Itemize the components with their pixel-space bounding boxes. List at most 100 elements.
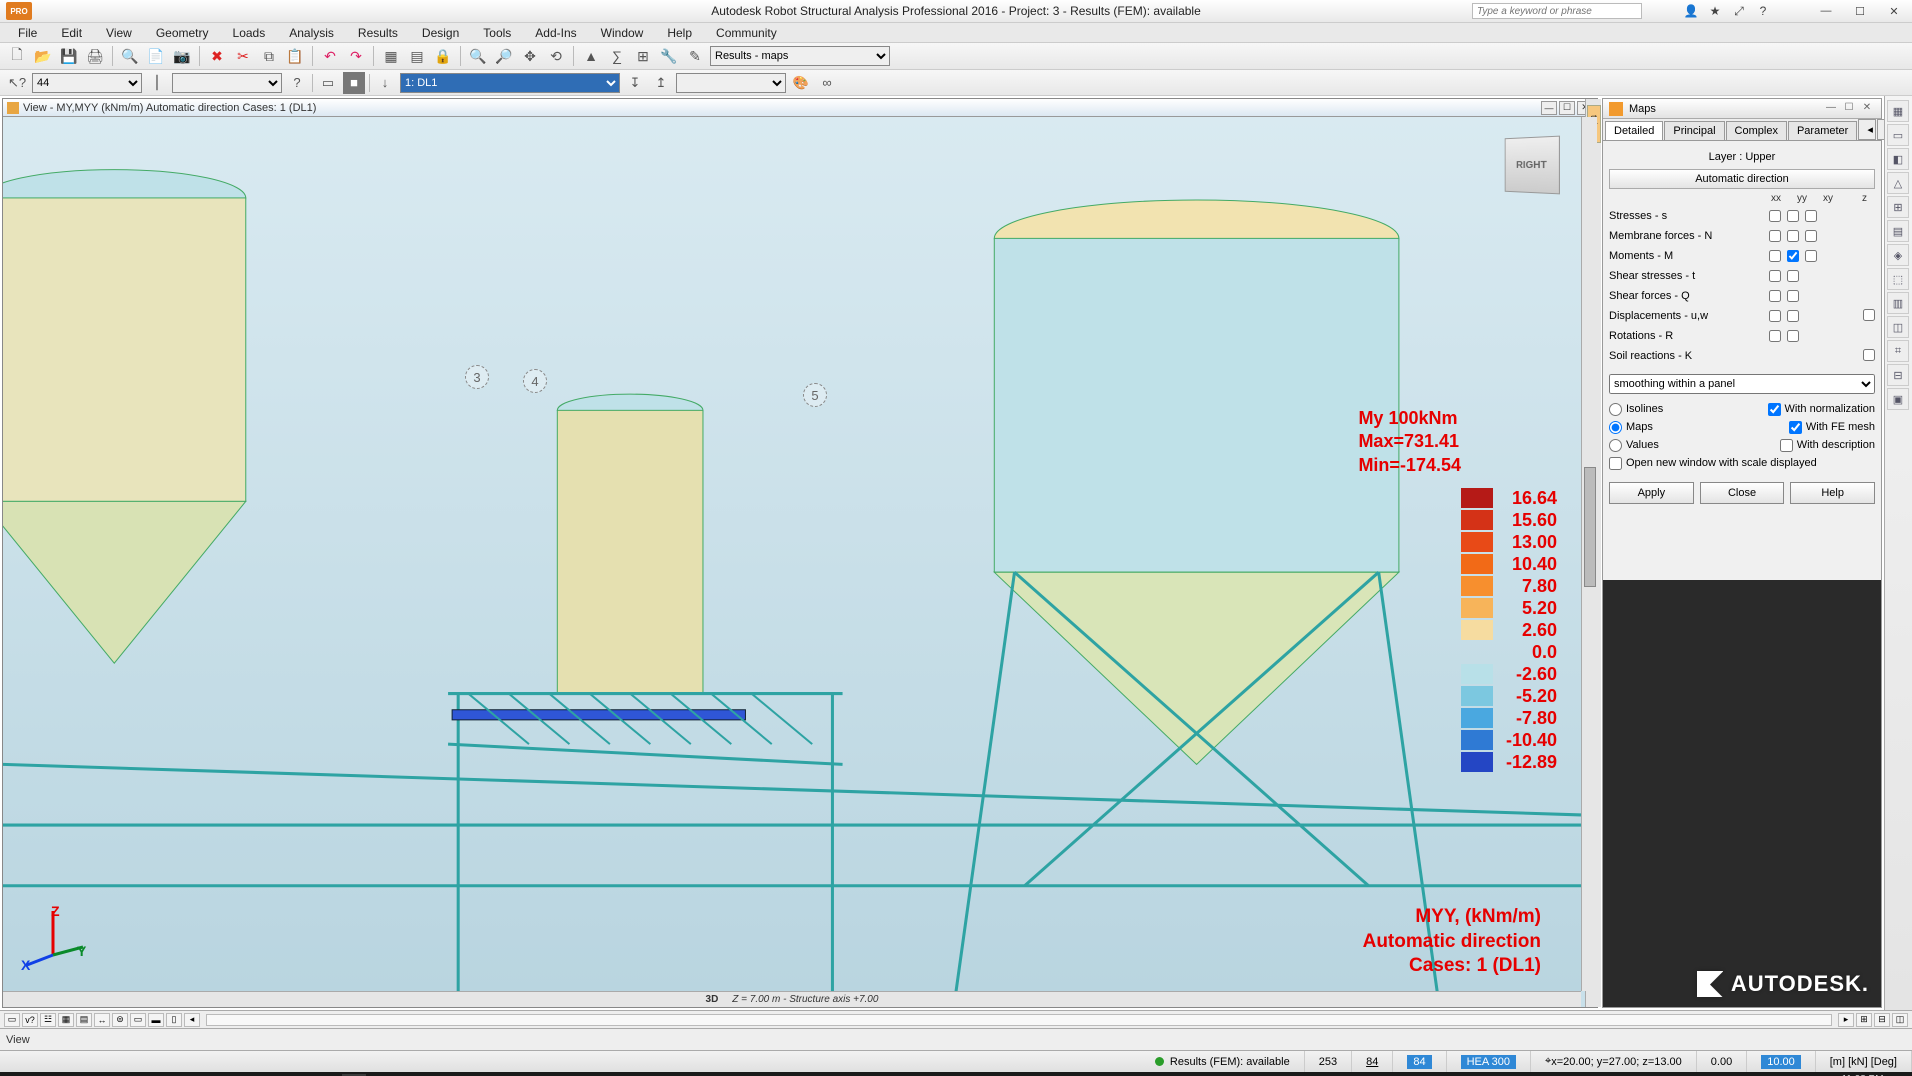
- menu-design[interactable]: Design: [412, 24, 469, 42]
- rt-7[interactable]: ◈: [1887, 244, 1909, 266]
- chk-femesh[interactable]: With FE mesh: [1789, 421, 1875, 434]
- color-icon[interactable]: 🎨: [790, 72, 812, 94]
- window-maximize[interactable]: ☐: [1848, 5, 1872, 18]
- preview-icon[interactable]: 🔍: [119, 45, 141, 67]
- close-button[interactable]: Close: [1700, 482, 1785, 504]
- rt-1[interactable]: ▦: [1887, 100, 1909, 122]
- direction-button[interactable]: Automatic direction: [1609, 169, 1875, 189]
- bt-5[interactable]: ▤: [76, 1013, 92, 1027]
- view-hscroll[interactable]: 3D Z = 7.00 m - Structure axis +7.00: [3, 991, 1581, 1007]
- print-icon[interactable]: 🖨: [84, 45, 106, 67]
- view-max[interactable]: ☐: [1559, 101, 1575, 115]
- menu-geometry[interactable]: Geometry: [146, 24, 219, 42]
- cut-icon[interactable]: ✂: [232, 45, 254, 67]
- bt-7[interactable]: ⊜: [112, 1013, 128, 1027]
- bt-4[interactable]: ▦: [58, 1013, 74, 1027]
- opt-check[interactable]: [1787, 210, 1799, 222]
- radio-isolines[interactable]: Isolines: [1609, 403, 1663, 416]
- rt-12[interactable]: ⊟: [1887, 364, 1909, 386]
- rt-2[interactable]: ▭: [1887, 124, 1909, 146]
- rt-5[interactable]: ⊞: [1887, 196, 1909, 218]
- copy-icon[interactable]: ⧉: [258, 45, 280, 67]
- maps-min[interactable]: —: [1823, 102, 1839, 116]
- rt-10[interactable]: ◫: [1887, 316, 1909, 338]
- opt-check[interactable]: [1805, 230, 1817, 242]
- layout-select[interactable]: Results - maps: [710, 46, 890, 66]
- tool-icon[interactable]: ✎: [684, 45, 706, 67]
- chk-normalization[interactable]: With normalization: [1768, 403, 1875, 416]
- edit-push-icon[interactable]: ▲: [580, 45, 602, 67]
- rt-9[interactable]: ▥: [1887, 292, 1909, 314]
- menu-addins[interactable]: Add-Ins: [525, 24, 586, 42]
- opt-check[interactable]: [1805, 250, 1817, 262]
- open-icon[interactable]: 📂: [32, 45, 54, 67]
- smoothing-select[interactable]: smoothing within a panel: [1609, 374, 1875, 394]
- bt-1[interactable]: ▭: [4, 1013, 20, 1027]
- menu-loads[interactable]: Loads: [223, 24, 276, 42]
- paste-icon[interactable]: 📋: [284, 45, 306, 67]
- opt-check-z[interactable]: [1863, 309, 1875, 321]
- wrench-icon[interactable]: 🔧: [658, 45, 680, 67]
- step-up-icon[interactable]: ↥: [650, 72, 672, 94]
- calc-icon[interactable]: ∑: [606, 45, 628, 67]
- camera-icon[interactable]: 📷: [171, 45, 193, 67]
- opt-check[interactable]: [1787, 250, 1799, 262]
- opt-check[interactable]: [1787, 230, 1799, 242]
- help-button[interactable]: Help: [1790, 482, 1875, 504]
- zoom-extents-icon[interactable]: 🔍: [467, 45, 489, 67]
- rt-3[interactable]: ◧: [1887, 148, 1909, 170]
- rt-8[interactable]: ⬚: [1887, 268, 1909, 290]
- chk-scale-window[interactable]: Open new window with scale displayed: [1609, 457, 1817, 470]
- opt-check[interactable]: [1787, 290, 1799, 302]
- apply-button[interactable]: Apply: [1609, 482, 1694, 504]
- menu-window[interactable]: Window: [591, 24, 654, 42]
- table-icon[interactable]: ▦: [380, 45, 402, 67]
- menu-analysis[interactable]: Analysis: [279, 24, 344, 42]
- new-icon[interactable]: 🗋: [6, 45, 28, 67]
- page-setup-icon[interactable]: 📄: [145, 45, 167, 67]
- window-minimize[interactable]: —: [1814, 5, 1838, 17]
- bt-3[interactable]: ☳: [40, 1013, 56, 1027]
- view-front-icon[interactable]: ▭: [317, 72, 339, 94]
- maps-max[interactable]: ☐: [1841, 102, 1857, 116]
- opt-check[interactable]: [1769, 210, 1781, 222]
- rt-11[interactable]: ⌗: [1887, 340, 1909, 362]
- viewport[interactable]: RIGHT 3 4 5 My 100kNm Max=731.41 Min=-17…: [3, 117, 1581, 991]
- radio-values[interactable]: Values: [1609, 439, 1659, 452]
- bt-8[interactable]: ▭: [130, 1013, 146, 1027]
- menu-help[interactable]: Help: [657, 24, 702, 42]
- case-icon[interactable]: ↓: [374, 72, 396, 94]
- bt-10[interactable]: ▯: [166, 1013, 182, 1027]
- opt-check[interactable]: [1769, 250, 1781, 262]
- rt-6[interactable]: ▤: [1887, 220, 1909, 242]
- delete-icon[interactable]: ✖: [206, 45, 228, 67]
- menu-edit[interactable]: Edit: [51, 24, 92, 42]
- rt-13[interactable]: ▣: [1887, 388, 1909, 410]
- link-icon[interactable]: ∞: [816, 72, 838, 94]
- menu-view[interactable]: View: [96, 24, 142, 42]
- opt-check-z[interactable]: [1863, 349, 1875, 361]
- zoom-window-icon[interactable]: 🔎: [493, 45, 515, 67]
- help-q-icon[interactable]: ?: [286, 72, 308, 94]
- tab-detailed[interactable]: Detailed: [1605, 121, 1663, 140]
- section-icon[interactable]: ⊞: [632, 45, 654, 67]
- maps-close[interactable]: ✕: [1859, 102, 1875, 116]
- node-select[interactable]: 44: [32, 73, 142, 93]
- exchange-icon[interactable]: ⤢: [1732, 4, 1746, 18]
- redo-icon[interactable]: ↷: [345, 45, 367, 67]
- pan-icon[interactable]: ✥: [519, 45, 541, 67]
- bt-11[interactable]: ◂: [184, 1013, 200, 1027]
- bt-2[interactable]: v?: [22, 1013, 38, 1027]
- notes-icon[interactable]: ▤: [406, 45, 428, 67]
- window-close[interactable]: ✕: [1882, 5, 1906, 18]
- bt-6[interactable]: ↔: [94, 1013, 110, 1027]
- opt-check[interactable]: [1805, 210, 1817, 222]
- signin-icon[interactable]: 👤: [1684, 4, 1698, 18]
- viewcube[interactable]: RIGHT: [1505, 136, 1560, 195]
- opt-check[interactable]: [1787, 330, 1799, 342]
- rt-4[interactable]: △: [1887, 172, 1909, 194]
- opt-check[interactable]: [1769, 290, 1781, 302]
- tab-principal[interactable]: Principal: [1664, 121, 1724, 140]
- help-search-input[interactable]: [1472, 3, 1642, 19]
- opt-check[interactable]: [1769, 330, 1781, 342]
